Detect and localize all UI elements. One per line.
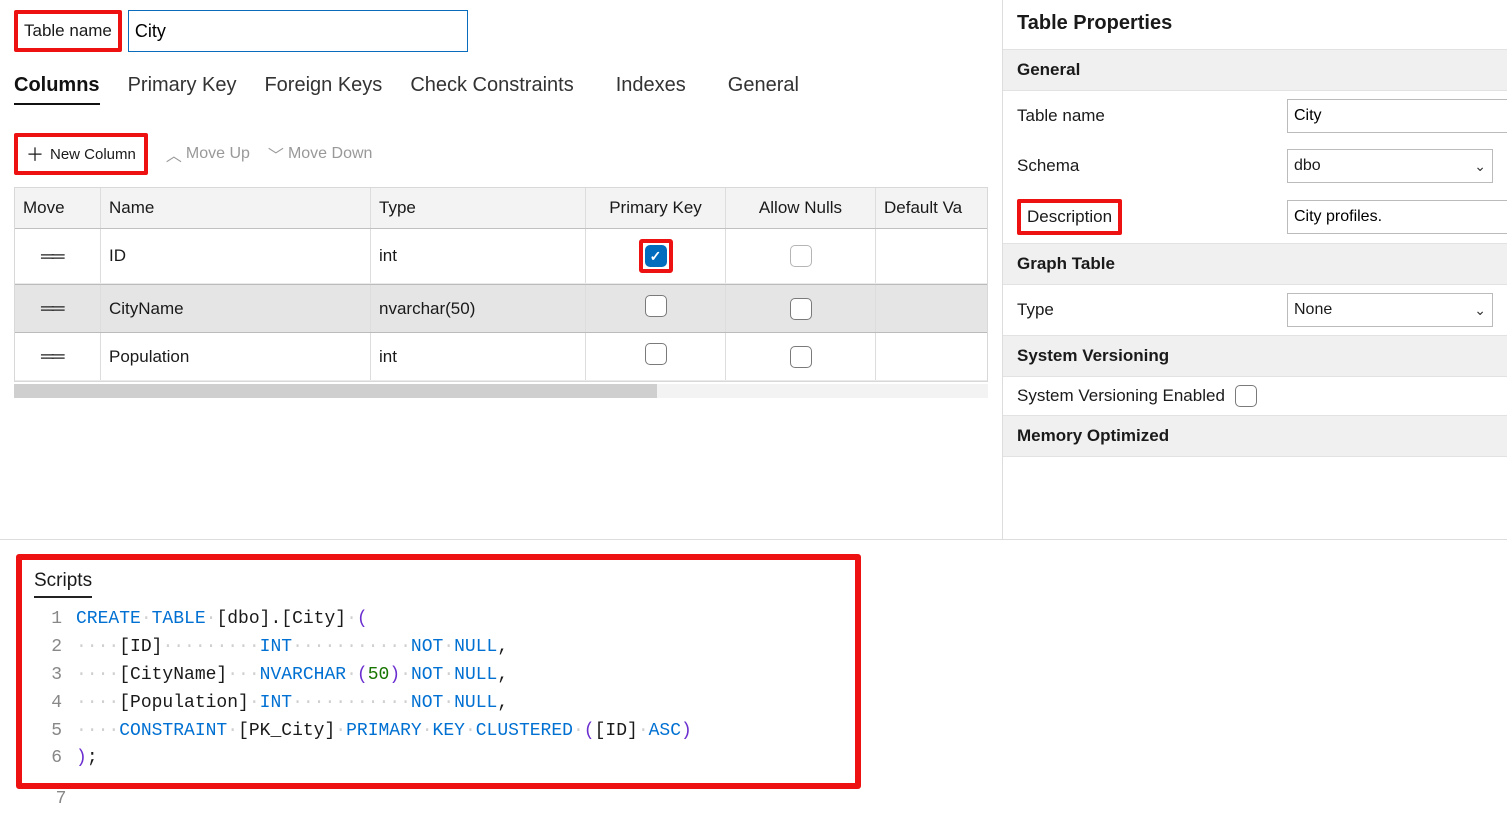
prop-schema-row: Schema dbo ⌄ [1003,141,1507,191]
drag-handle-icon[interactable]: ══ [23,346,63,367]
header-allow-nulls: Allow Nulls [726,188,876,228]
prop-sysversion-label: System Versioning Enabled [1017,386,1225,406]
move-down-label: Move Down [288,145,372,163]
tab-indexes[interactable]: Indexes [616,74,686,105]
column-name[interactable]: CityName [109,299,184,319]
header-name: Name [101,188,371,228]
table-name-label-highlight: Table name [14,10,122,52]
trailing-line-number: 7 [34,789,1491,809]
tab-foreign-keys[interactable]: Foreign Keys [264,74,382,105]
table-row[interactable]: ══ ID int [15,229,987,284]
scripts-tab[interactable]: Scripts [34,570,92,598]
allow-nulls-checkbox [790,245,812,267]
column-type[interactable]: int [379,246,397,266]
tab-primary-key[interactable]: Primary Key [128,74,237,105]
prop-schema-value: dbo [1294,157,1321,175]
column-type[interactable]: nvarchar(50) [379,299,475,319]
prop-description-input[interactable] [1287,200,1507,234]
properties-title: Table Properties [1003,10,1507,49]
section-general: General [1003,49,1507,91]
primary-key-checkbox[interactable] [645,343,667,365]
app-root: Table name Columns Primary Key Foreign K… [0,0,1507,803]
columns-grid: Move Name Type Primary Key Allow Nulls D… [14,187,988,382]
prop-description-highlight: Description [1017,199,1122,235]
header-default-value: Default Va [876,188,987,228]
primary-key-highlight [639,239,673,273]
move-up-label: Move Up [186,145,250,163]
chevron-up-icon: ︿ [166,142,182,166]
prop-type-row: Type None ⌄ [1003,285,1507,335]
prop-schema-label: Schema [1017,156,1277,176]
prop-table-name-row: Table name [1003,91,1507,141]
tab-columns[interactable]: Columns [14,74,100,105]
table-name-input[interactable] [128,10,468,52]
header-primary-key: Primary Key [586,188,726,228]
columns-grid-body: ══ ID int ══ CityName nvarchar(50) ══ Populatio… [15,229,987,381]
sysversion-checkbox[interactable] [1235,385,1257,407]
drag-handle-icon[interactable]: ══ [23,298,63,319]
table-name-row: Table name [14,10,988,52]
designer-tabs: Columns Primary Key Foreign Keys Check C… [14,74,988,105]
scripts-highlight: Scripts 1CREATE·TABLE·[dbo].[City]·(2···… [16,554,861,789]
plus-icon: ＋ [26,141,44,167]
prop-sysversion-row: System Versioning Enabled [1003,377,1507,415]
chevron-down-icon: ⌄ [1474,302,1486,319]
table-name-label: Table name [24,21,112,41]
sql-code-block[interactable]: 1CREATE·TABLE·[dbo].[City]·(2····[ID]···… [34,606,843,773]
prop-table-name-input[interactable] [1287,99,1507,133]
tab-general[interactable]: General [728,74,799,105]
chevron-down-icon: ﹀ [268,142,284,166]
prop-schema-select[interactable]: dbo ⌄ [1287,149,1493,183]
section-system-versioning: System Versioning [1003,335,1507,377]
prop-description-label: Description [1027,207,1112,227]
column-actions: ＋ New Column ︿ Move Up ﹀ Move Down [14,133,988,175]
move-up-button[interactable]: ︿ Move Up [166,142,250,166]
properties-pane: Table Properties General Table name Sche… [1002,0,1507,539]
new-column-label: New Column [50,146,136,163]
table-row[interactable]: ══ CityName nvarchar(50) [15,284,987,333]
prop-description-row: Description [1003,191,1507,243]
column-name[interactable]: ID [109,246,126,266]
section-memory-optimized: Memory Optimized [1003,415,1507,457]
primary-key-checkbox[interactable] [645,245,667,267]
prop-table-name-label: Table name [1017,106,1277,126]
primary-key-checkbox[interactable] [645,295,667,317]
move-down-button[interactable]: ﹀ Move Down [268,142,373,166]
new-column-button[interactable]: ＋ New Column [14,133,148,175]
allow-nulls-checkbox[interactable] [790,298,812,320]
prop-type-value: None [1294,301,1332,319]
prop-description-label-wrap: Description [1017,199,1277,235]
prop-type-select[interactable]: None ⌄ [1287,293,1493,327]
drag-handle-icon[interactable]: ══ [23,246,63,267]
prop-type-label: Type [1017,300,1277,320]
columns-grid-header: Move Name Type Primary Key Allow Nulls D… [15,188,987,229]
chevron-down-icon: ⌄ [1474,158,1486,175]
column-name[interactable]: Population [109,347,189,367]
grid-horizontal-scrollbar[interactable] [14,384,988,398]
column-type[interactable]: int [379,347,397,367]
header-type: Type [371,188,586,228]
tab-check-constraints[interactable]: Check Constraints [410,74,573,105]
designer-pane: Table name Columns Primary Key Foreign K… [0,0,1002,539]
scrollbar-thumb[interactable] [14,384,657,398]
header-move: Move [15,188,101,228]
table-row[interactable]: ══ Population int [15,333,987,381]
scripts-region: Scripts 1CREATE·TABLE·[dbo].[City]·(2···… [0,540,1507,815]
upper-region: Table name Columns Primary Key Foreign K… [0,0,1507,540]
section-graph-table: Graph Table [1003,243,1507,285]
allow-nulls-checkbox[interactable] [790,346,812,368]
